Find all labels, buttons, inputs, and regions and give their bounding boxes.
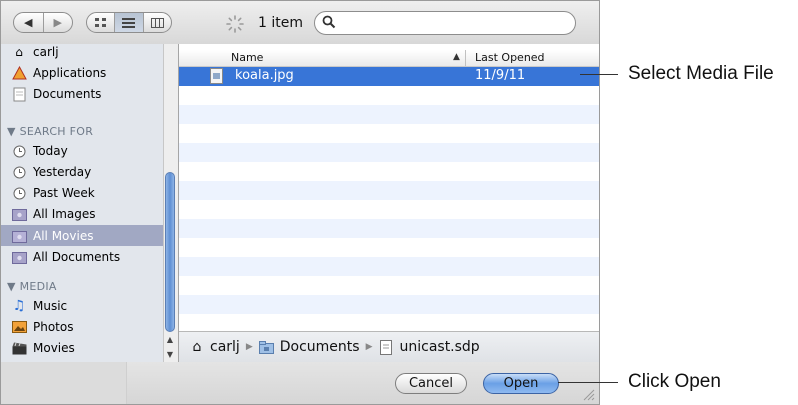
forward-button[interactable]: ▶ <box>44 13 73 32</box>
sidebar-item-yesterday[interactable]: Yesterday <box>11 162 91 182</box>
callout-line-open <box>558 382 618 383</box>
list-row-empty <box>179 257 599 276</box>
list-row-empty <box>179 143 599 162</box>
file-last-opened: 11/9/11 <box>475 68 526 83</box>
sidebar-item-music[interactable]: ♫ Music <box>11 296 67 316</box>
smart-folder-icon <box>11 228 27 244</box>
column-header-last-opened[interactable]: Last Opened <box>475 51 545 64</box>
path-separator-icon: ▶ <box>365 342 373 352</box>
icon-view-button[interactable] <box>87 13 116 32</box>
folder-icon <box>259 339 275 355</box>
forward-arrow-icon: ▶ <box>53 17 62 29</box>
clock-icon <box>11 185 27 201</box>
path-item-carlj[interactable]: carlj <box>210 339 240 355</box>
sort-ascending-icon[interactable]: ▲ <box>453 52 460 62</box>
column-header-name[interactable]: Name <box>231 51 263 64</box>
scroll-up-icon[interactable]: ▲ <box>167 335 173 344</box>
sidebar-item-label: Movies <box>33 341 75 355</box>
documents-folder-icon <box>11 86 27 102</box>
list-row-empty <box>179 219 599 238</box>
search-for-header: ▼ SEARCH FOR <box>7 125 94 138</box>
sidebar-item-movies[interactable]: Movies <box>11 338 75 358</box>
sidebar-item-label: All Documents <box>33 250 121 264</box>
path-item-documents[interactable]: Documents <box>280 339 360 355</box>
column-divider[interactable] <box>465 50 466 66</box>
open-file-dialog: ◀ ▶ 1 item ⌂ carlj Applications Document… <box>0 0 600 405</box>
search-field[interactable] <box>314 11 576 35</box>
sidebar-item-all-images[interactable]: All Images <box>11 204 96 224</box>
open-button[interactable]: Open <box>483 373 559 394</box>
list-view-icon <box>122 17 136 28</box>
button-bar: Cancel Open <box>1 362 599 404</box>
home-icon: ⌂ <box>192 339 202 355</box>
photos-icon <box>11 319 27 335</box>
media-header: ▼ MEDIA <box>7 280 57 293</box>
sidebar-item-carlj[interactable]: ⌂ carlj <box>11 42 59 62</box>
sidebar-item-label: Applications <box>33 66 107 80</box>
music-icon: ♫ <box>12 298 26 314</box>
list-view-button[interactable] <box>115 13 144 32</box>
clock-icon <box>11 143 27 159</box>
sidebar-item-all-documents[interactable]: All Documents <box>11 247 120 267</box>
sidebar-item-label: Yesterday <box>33 165 92 179</box>
applications-icon <box>11 65 27 81</box>
list-row-empty <box>179 105 599 124</box>
back-button[interactable]: ◀ <box>14 13 44 32</box>
file-name: koala.jpg <box>235 68 294 83</box>
sidebar-item-label: All Images <box>33 207 96 221</box>
back-forward-control: ◀ ▶ <box>13 12 73 33</box>
sidebar-scroll-arrows[interactable]: ▲ ▼ <box>163 332 177 362</box>
sidebar-footer <box>1 362 127 404</box>
movies-icon <box>11 340 27 356</box>
column-view-button[interactable] <box>144 13 171 32</box>
cancel-button[interactable]: Cancel <box>395 373 467 394</box>
sidebar-item-label: Photos <box>33 320 74 334</box>
smart-folder-icon <box>11 249 27 265</box>
back-arrow-icon: ◀ <box>24 17 33 29</box>
resize-grip-icon[interactable] <box>581 387 595 401</box>
home-icon: ⌂ <box>15 45 23 59</box>
sidebar-item-today[interactable]: Today <box>11 141 68 161</box>
list-header: Name ▲ Last Opened <box>179 50 599 67</box>
list-row-empty <box>179 181 599 200</box>
path-bar: ⌂ carlj ▶ Documents ▶ unicast.sdp <box>179 331 599 362</box>
sidebar-item-documents[interactable]: Documents <box>11 84 101 104</box>
sidebar-item-applications[interactable]: Applications <box>11 63 106 83</box>
toolbar: ◀ ▶ 1 item <box>1 1 599 45</box>
sidebar-item-past-week[interactable]: Past Week <box>11 183 95 203</box>
sidebar-item-label: All Movies <box>33 229 94 243</box>
clock-icon <box>11 164 27 180</box>
sidebar-item-label: Documents <box>33 87 102 101</box>
list-row-empty <box>179 295 599 314</box>
callout-line-select <box>580 74 618 75</box>
image-file-icon <box>210 68 223 84</box>
scroll-down-icon[interactable]: ▼ <box>167 350 173 359</box>
file-row-koala[interactable]: koala.jpg 11/9/11 <box>179 67 599 86</box>
progress-spinner-icon <box>226 15 244 33</box>
column-view-icon <box>150 17 164 28</box>
callout-click-open: Click Open <box>628 371 721 392</box>
search-icon <box>322 15 336 29</box>
sidebar-item-photos[interactable]: Photos <box>11 317 73 337</box>
view-mode-control <box>86 12 172 33</box>
sidebar-item-label: Today <box>33 144 68 158</box>
sidebar: ⌂ carlj Applications Documents ▼ SEARCH … <box>1 44 179 362</box>
document-file-icon <box>378 339 394 355</box>
item-count: 1 item <box>258 15 303 31</box>
icon-view-icon <box>94 17 106 27</box>
path-item-unicast[interactable]: unicast.sdp <box>399 339 479 355</box>
file-list: Name ▲ Last Opened koala.jpg 11/9/11 <box>179 44 599 331</box>
sidebar-item-label: Music <box>33 299 68 313</box>
smart-folder-icon <box>11 206 27 222</box>
sidebar-item-label: carlj <box>33 45 59 59</box>
sidebar-item-label: Past Week <box>33 186 95 200</box>
sidebar-item-all-movies[interactable]: All Movies <box>11 226 93 246</box>
sidebar-scrollbar-thumb[interactable] <box>165 172 175 332</box>
callout-select-media-file: Select Media File <box>628 63 774 84</box>
path-separator-icon: ▶ <box>245 342 253 352</box>
